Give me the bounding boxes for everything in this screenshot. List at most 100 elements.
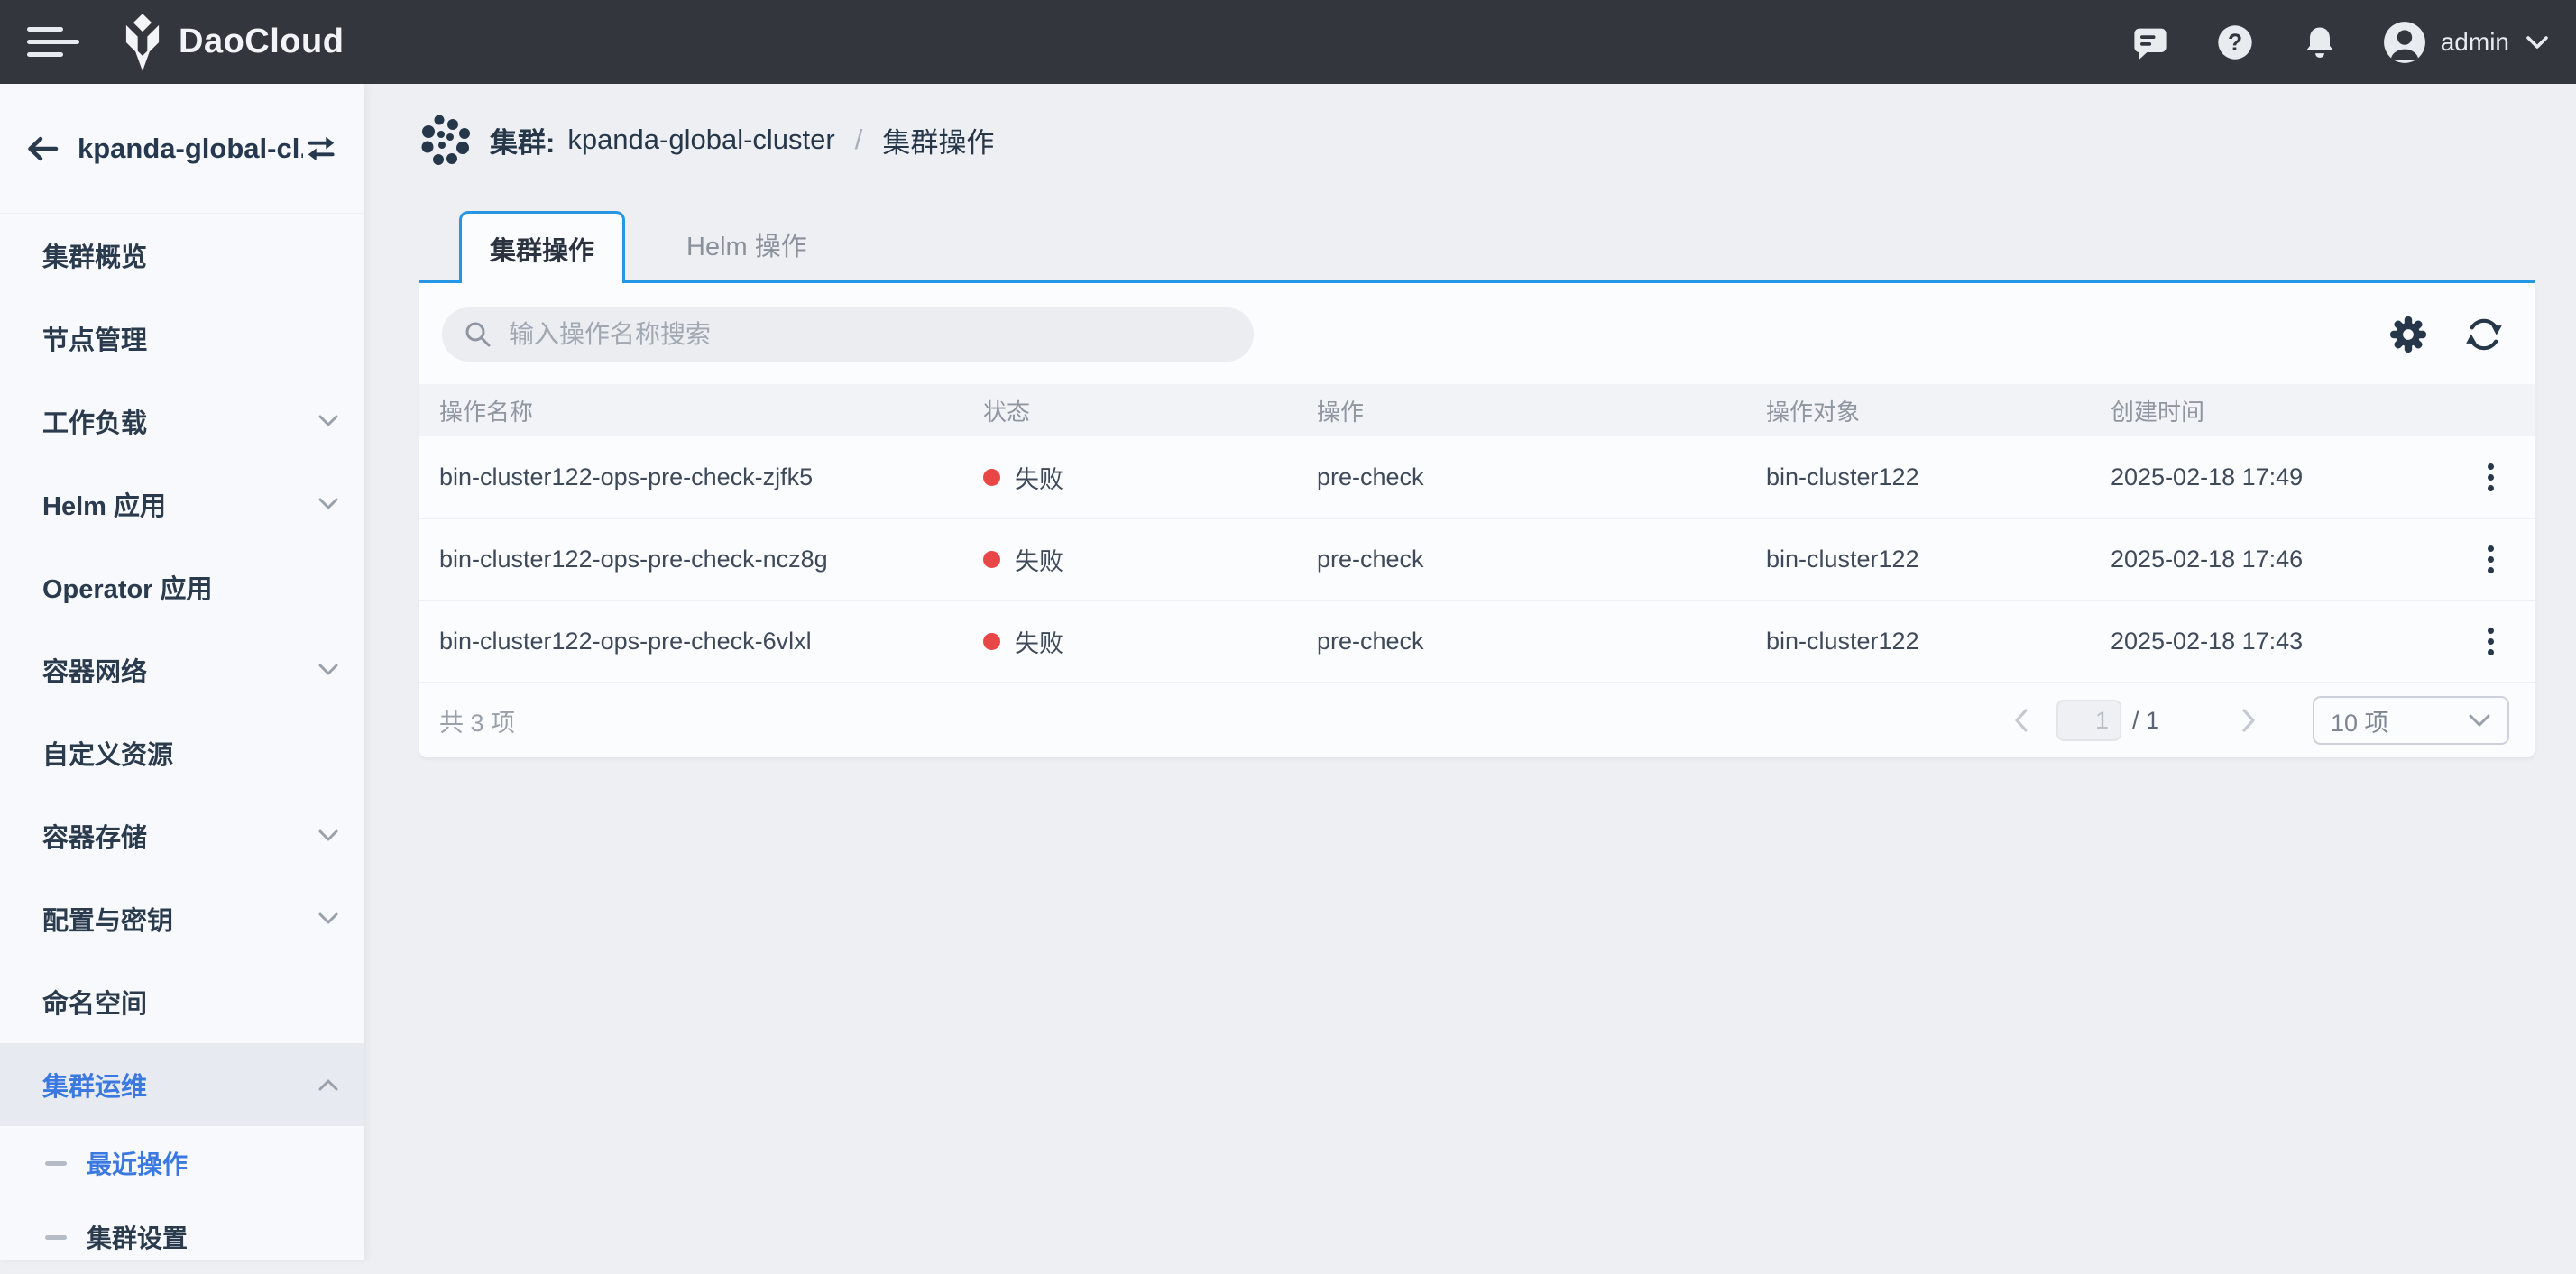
pagination: / 1 10 项 — [2008, 696, 2509, 745]
column-header-created: 创建时间 — [2091, 384, 2426, 436]
sidebar-item-container-network[interactable]: 容器网络 — [0, 628, 364, 711]
sidebar-item-custom-resources[interactable]: 自定义资源 — [0, 711, 364, 794]
brand-logo: DaoCloud — [119, 13, 344, 72]
breadcrumb: 集群: kpanda-global-cluster / 集群操作 — [419, 113, 2576, 167]
operation-name: bin-cluster122-ops-pre-check-6vlxl — [419, 600, 963, 683]
sidebar-item-cluster-operations[interactable]: 集群运维 — [0, 1043, 364, 1126]
column-header-actions — [2426, 384, 2535, 436]
status-badge: 失败 — [983, 542, 1297, 577]
table-row: bin-cluster122-ops-pre-check-zjfk5 失败 pr… — [419, 436, 2535, 518]
column-header-action: 操作 — [1297, 384, 1746, 436]
cluster-name: kpanda-global-cl... — [78, 133, 303, 165]
chevron-down-icon — [2468, 713, 2491, 729]
sidebar-item-container-storage[interactable]: 容器存储 — [0, 794, 364, 877]
avatar-icon — [2383, 21, 2426, 64]
column-header-status: 状态 — [963, 384, 1297, 436]
chevron-down-icon — [2525, 34, 2549, 50]
breadcrumb-label: 集群: — [490, 120, 555, 160]
sidebar-item-operator-apps[interactable]: Operator 应用 — [0, 545, 364, 628]
sidebar-subitem-cluster-settings[interactable]: 集群设置 — [0, 1200, 364, 1274]
breadcrumb-cluster-link[interactable]: kpanda-global-cluster — [567, 124, 834, 156]
help-icon[interactable]: ? — [2215, 23, 2255, 62]
status-badge: 失败 — [983, 460, 1297, 495]
total-count: 共 3 项 — [439, 703, 515, 738]
search-icon — [464, 320, 492, 349]
back-button[interactable] — [25, 132, 60, 166]
chevron-left-icon — [2011, 708, 2031, 733]
status-badge: 失败 — [983, 624, 1297, 659]
status-dot-icon — [983, 633, 1000, 650]
topbar-actions: ? admin — [2085, 21, 2549, 64]
sidebar-item-cluster-overview[interactable]: 集群概览 — [0, 214, 364, 297]
sidebar-item-node-management[interactable]: 节点管理 — [0, 297, 364, 380]
prev-page-button[interactable] — [2008, 707, 2035, 734]
sidebar-header: kpanda-global-cl... — [0, 84, 364, 214]
operations-table: 操作名称 状态 操作 操作对象 创建时间 bin-cluster122-ops-… — [419, 384, 2535, 683]
sidebar-item-config-secrets[interactable]: 配置与密钥 — [0, 877, 364, 960]
operation-created: 2025-02-18 17:43 — [2091, 600, 2426, 683]
sidebar-subitem-recent-operations[interactable]: 最近操作 — [0, 1126, 364, 1200]
tab-bar: 集群操作 Helm 操作 — [419, 206, 2576, 280]
chevron-down-icon — [317, 497, 339, 511]
sidebar: kpanda-global-cl... 集群概览 节点管理 工作负载 Helm … — [0, 84, 364, 1260]
operation-created: 2025-02-18 17:49 — [2091, 436, 2426, 518]
status-dot-icon — [983, 551, 1000, 568]
page-total-label: / 1 — [2132, 707, 2159, 735]
operation-action: pre-check — [1297, 600, 1746, 683]
page-size-select[interactable]: 10 项 — [2313, 696, 2509, 745]
chevron-down-icon — [317, 912, 339, 926]
sidebar-item-helm-apps[interactable]: Helm 应用 — [0, 463, 364, 545]
settings-icon[interactable] — [2388, 315, 2428, 354]
operation-action: pre-check — [1297, 436, 1746, 518]
column-header-name: 操作名称 — [419, 384, 963, 436]
user-menu[interactable]: admin — [2383, 21, 2549, 64]
operation-target: bin-cluster122 — [1746, 518, 2091, 600]
chevron-down-icon — [317, 663, 339, 677]
table-row: bin-cluster122-ops-pre-check-6vlxl 失败 pr… — [419, 600, 2535, 683]
daocloud-logo-icon — [119, 13, 166, 72]
page-input[interactable] — [2056, 700, 2121, 741]
chevron-up-icon — [317, 1077, 339, 1092]
column-header-target: 操作对象 — [1746, 384, 2091, 436]
operation-action: pre-check — [1297, 518, 1746, 600]
cluster-icon — [419, 113, 472, 167]
top-bar: DaoCloud ? — [0, 0, 2576, 84]
dash-icon — [45, 1235, 67, 1240]
tab-helm-operations[interactable]: Helm 操作 — [625, 208, 869, 280]
chevron-right-icon — [2239, 708, 2259, 733]
username-label: admin — [2441, 28, 2509, 57]
operation-name: bin-cluster122-ops-pre-check-ncz8g — [419, 518, 963, 600]
svg-text:?: ? — [2228, 28, 2242, 55]
refresh-icon[interactable] — [2464, 315, 2504, 354]
dash-icon — [45, 1161, 67, 1166]
chevron-down-icon — [317, 414, 339, 428]
search-box[interactable] — [442, 307, 1254, 362]
operation-target: bin-cluster122 — [1746, 436, 2091, 518]
table-footer: 共 3 项 / 1 10 项 — [419, 683, 2535, 757]
operations-panel: 操作名称 状态 操作 操作对象 创建时间 bin-cluster122-ops-… — [419, 280, 2535, 757]
search-input[interactable] — [509, 320, 1232, 349]
chevron-down-icon — [317, 829, 339, 843]
switch-cluster-button[interactable] — [303, 131, 339, 167]
row-actions-menu-icon[interactable] — [2469, 455, 2512, 499]
next-page-button[interactable] — [2235, 707, 2262, 734]
sidebar-menu: 集群概览 节点管理 工作负载 Helm 应用 Operator 应用 容器网络 … — [0, 214, 364, 1274]
operation-target: bin-cluster122 — [1746, 600, 2091, 683]
messages-icon[interactable] — [2130, 23, 2170, 62]
breadcrumb-separator: / — [855, 124, 863, 156]
row-actions-menu-icon[interactable] — [2469, 620, 2512, 664]
brand-name: DaoCloud — [179, 23, 344, 61]
status-dot-icon — [983, 469, 1000, 486]
sidebar-item-workloads[interactable]: 工作负载 — [0, 380, 364, 463]
main-content: 集群: kpanda-global-cluster / 集群操作 集群操作 He… — [364, 84, 2576, 1260]
operation-name: bin-cluster122-ops-pre-check-zjfk5 — [419, 436, 963, 518]
notifications-icon[interactable] — [2300, 23, 2340, 62]
breadcrumb-current: 集群操作 — [882, 120, 994, 160]
menu-toggle-button[interactable] — [27, 27, 79, 57]
sidebar-item-namespaces[interactable]: 命名空间 — [0, 960, 364, 1043]
row-actions-menu-icon[interactable] — [2469, 538, 2512, 582]
table-toolbar — [419, 283, 2535, 384]
table-row: bin-cluster122-ops-pre-check-ncz8g 失败 pr… — [419, 518, 2535, 600]
table-header-row: 操作名称 状态 操作 操作对象 创建时间 — [419, 384, 2535, 436]
tab-cluster-operations[interactable]: 集群操作 — [459, 211, 625, 283]
